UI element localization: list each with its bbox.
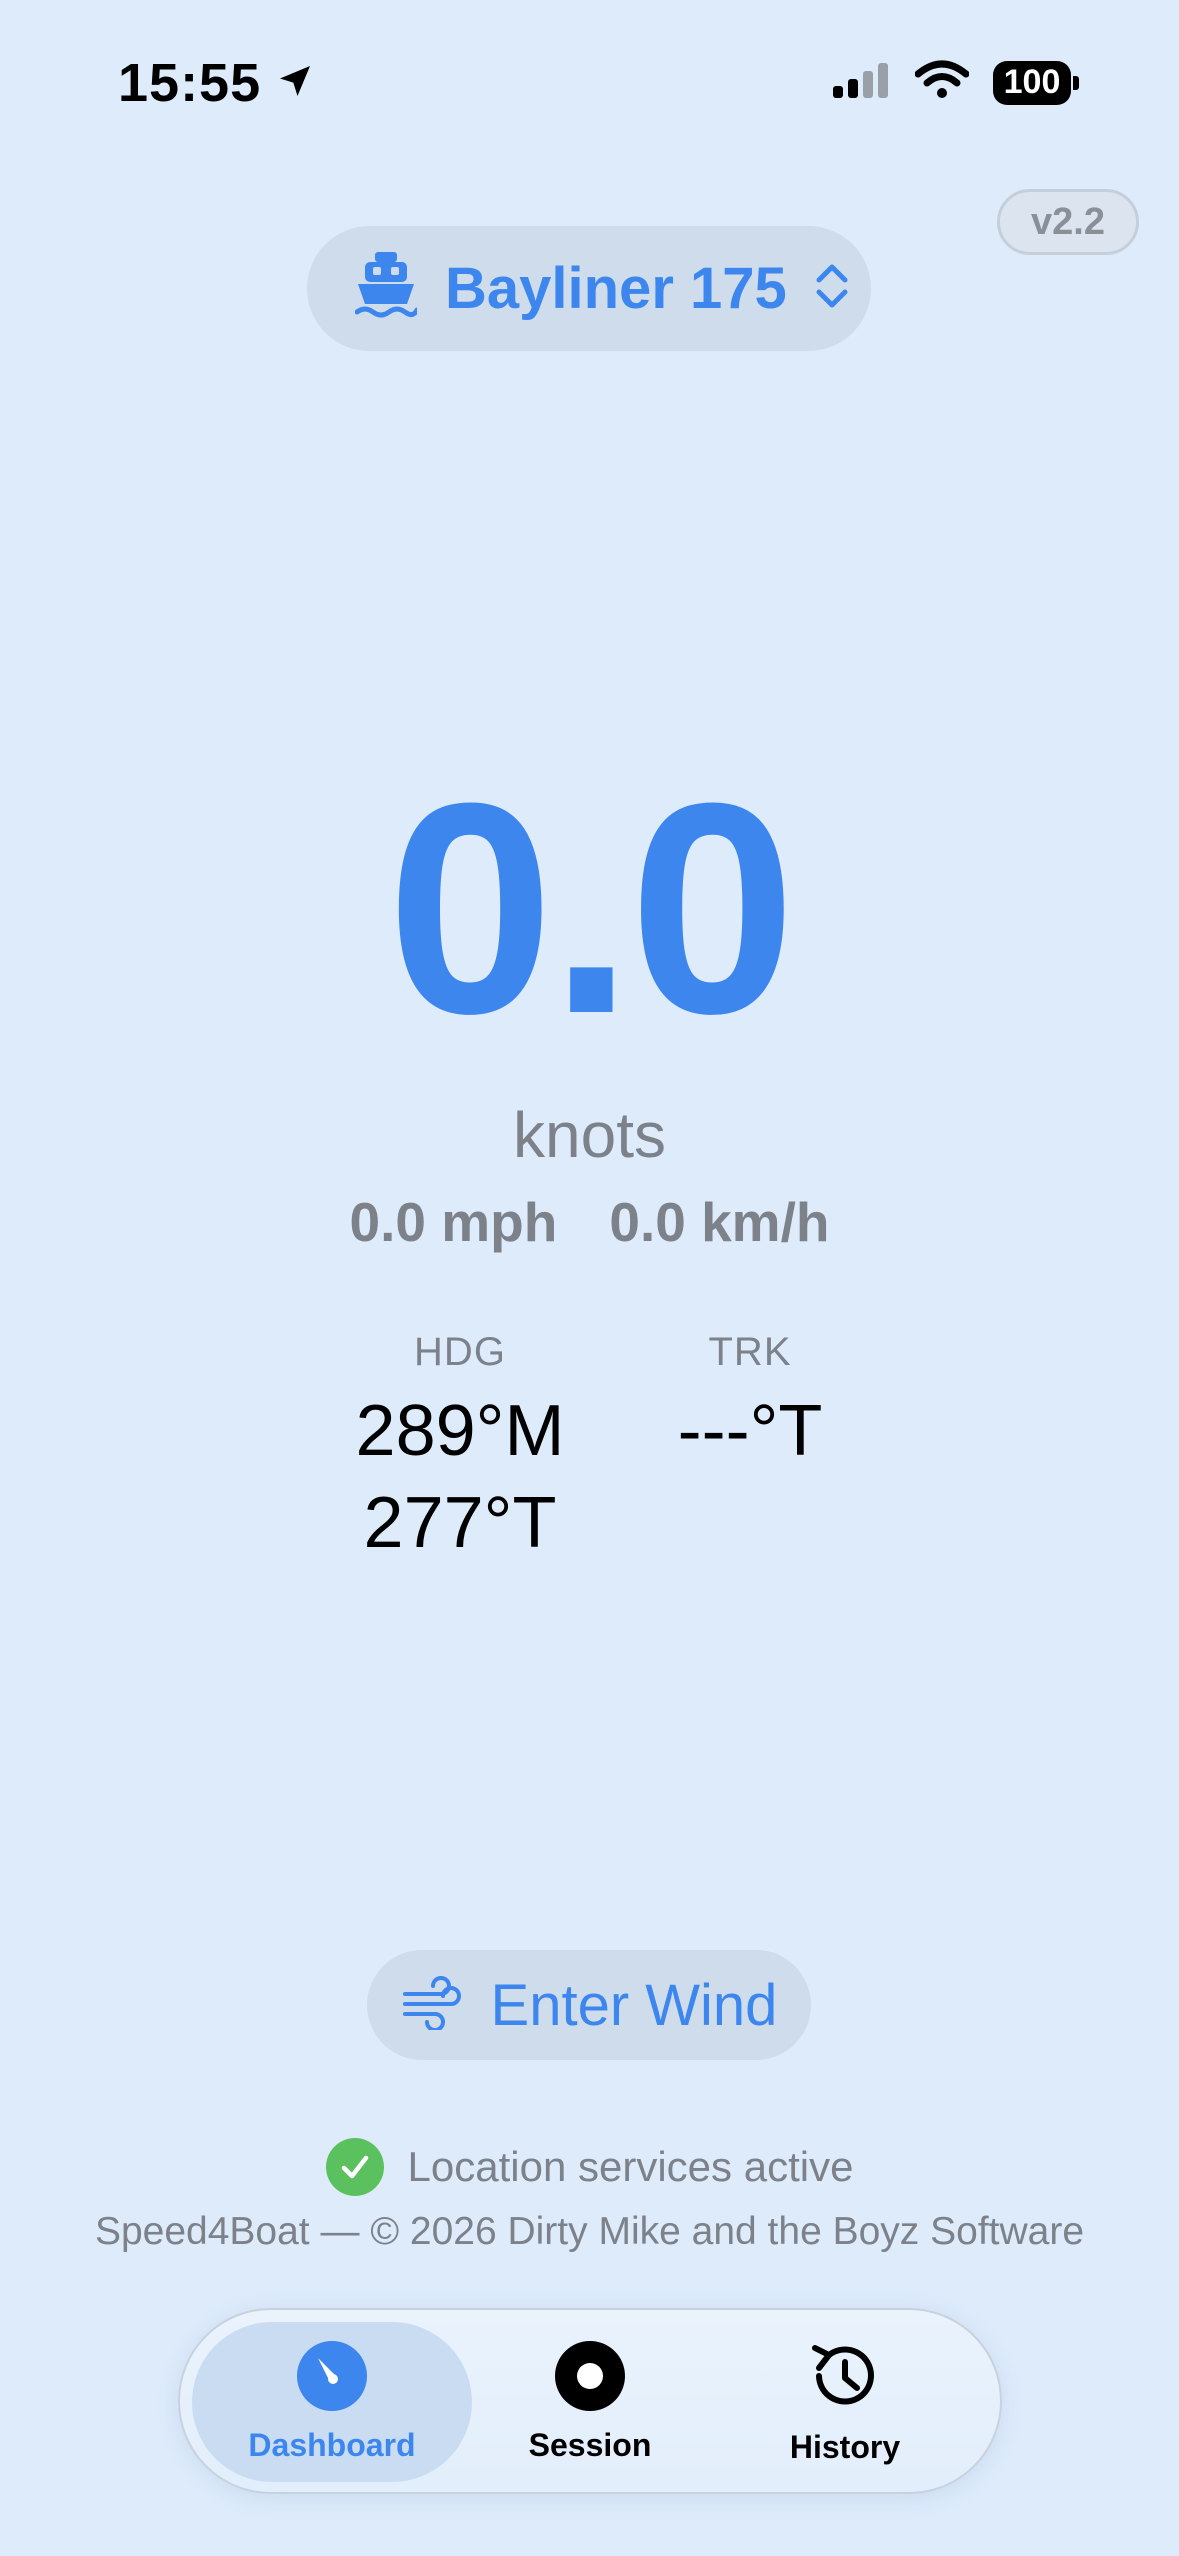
- speed-value: 0.0: [386, 740, 796, 1076]
- checkmark-icon: [325, 2138, 384, 2196]
- tab-bar: Dashboard Session History: [178, 2308, 1002, 2494]
- track-panel: TRK ---°T: [640, 1330, 860, 1477]
- enter-wind-button[interactable]: Enter Wind: [367, 1950, 811, 2060]
- tab-dashboard-label: Dashboard: [248, 2427, 416, 2463]
- wifi-icon: [914, 60, 970, 105]
- heading-panel: HDG 289°M 277°T: [330, 1330, 590, 1569]
- location-status: Location services active: [0, 2138, 1179, 2196]
- track-label: TRK: [708, 1330, 792, 1374]
- battery-level: 100: [993, 60, 1071, 105]
- tab-session-label: Session: [528, 2427, 652, 2463]
- heading-label: HDG: [414, 1330, 506, 1374]
- cellular-signal-icon: [831, 60, 891, 105]
- boat-selector-button[interactable]: Bayliner 175: [307, 226, 871, 351]
- speedometer-icon: [296, 2340, 368, 2417]
- wind-icon: [401, 1975, 463, 2035]
- status-bar-time: 15:55: [118, 52, 315, 114]
- tab-history-label: History: [789, 2429, 901, 2465]
- speed-kmh: 0.0 km/h: [609, 1191, 830, 1253]
- location-arrow-icon: [275, 52, 315, 114]
- status-bar-indicators: 100: [831, 60, 1079, 105]
- speed-unit: knots: [513, 1099, 666, 1171]
- boat-name: Bayliner 175: [445, 256, 787, 321]
- history-clock-icon: [805, 2338, 885, 2419]
- record-icon: [554, 2340, 626, 2417]
- version-badge: v2.2: [997, 189, 1139, 255]
- track-value: ---°T: [677, 1391, 823, 1471]
- battery-icon: 100: [993, 60, 1079, 105]
- enter-wind-label: Enter Wind: [490, 1972, 778, 2038]
- tab-history[interactable]: History: [735, 2322, 955, 2482]
- chevron-up-down-icon: [815, 262, 849, 315]
- speed-mph: 0.0 mph: [349, 1191, 558, 1253]
- tab-session[interactable]: Session: [480, 2322, 700, 2482]
- location-status-text: Location services active: [407, 2143, 854, 2190]
- heading-true: 277°T: [363, 1483, 557, 1563]
- clock-text: 15:55: [118, 53, 262, 113]
- tab-dashboard[interactable]: Dashboard: [192, 2322, 472, 2482]
- heading-magnetic: 289°M: [355, 1391, 565, 1471]
- ship-icon: [354, 248, 420, 329]
- footer-copyright: Speed4Boat — © 2026 Dirty Mike and the B…: [94, 2210, 1085, 2253]
- alternate-speeds: 0.0 mph 0.0 km/h: [0, 1190, 1179, 1254]
